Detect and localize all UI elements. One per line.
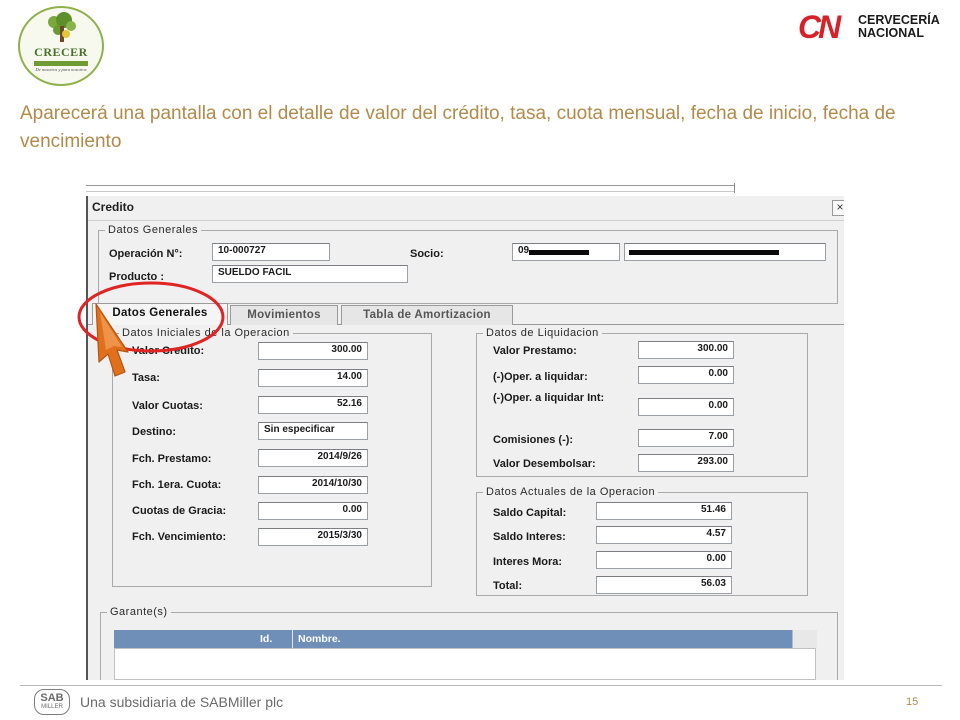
socio-name-redaction <box>629 250 779 255</box>
column-separator <box>292 630 293 648</box>
oper-liquidar-field[interactable]: 0.00 <box>638 366 734 384</box>
interes-mora-field[interactable]: 0.00 <box>596 551 732 569</box>
footer-divider <box>20 685 942 686</box>
crecer-wordmark: CRECER <box>34 45 88 59</box>
crecer-logo: CRECER De nosotros y para nosotros <box>18 6 104 86</box>
datos-liquidacion-legend: Datos de Liquidacion <box>486 327 599 339</box>
comisiones-label: Comisiones (-): <box>493 434 574 446</box>
fch-primera-cuota-field[interactable]: 2014/10/30 <box>258 476 368 494</box>
tab-tabla-amortizacion[interactable]: Tabla de Amortizacion <box>341 305 513 325</box>
annotation-overlay <box>77 281 225 377</box>
fch-prestamo-label: Fch. Prestamo: <box>132 453 212 465</box>
cn-mark: CN <box>798 9 841 45</box>
sab-logo-bottom: MILLER <box>41 704 63 710</box>
producto-field[interactable]: SUELDO FACIL <box>212 265 408 283</box>
column-nombre-header[interactable]: Nombre. <box>298 630 341 648</box>
saldo-interes-label: Saldo Interes: <box>493 531 566 543</box>
sabmiller-logo: SAB MILLER <box>34 689 70 715</box>
interes-mora-label: Interes Mora: <box>493 556 563 568</box>
tab-movimientos[interactable]: Movimientos <box>230 305 338 325</box>
crecer-band <box>34 61 88 66</box>
credito-window: Credito × Datos Generales Operación N°: … <box>86 196 844 680</box>
valor-prestamo-field[interactable]: 300.00 <box>638 341 734 359</box>
oper-liquidar-int-label: (-)Oper. a liquidar Int: <box>493 392 605 404</box>
window-title: Credito <box>92 200 134 214</box>
garantes-grid-body[interactable] <box>114 648 816 680</box>
cuotas-gracia-field[interactable]: 0.00 <box>258 502 368 520</box>
socio-id-prefix: 09 <box>518 245 530 256</box>
close-icon[interactable]: × <box>832 200 844 216</box>
comisiones-field[interactable]: 7.00 <box>638 429 734 447</box>
fch-vencimiento-label: Fch. Vencimiento: <box>132 531 227 543</box>
saldo-interes-field[interactable]: 4.57 <box>596 526 732 544</box>
valor-credito-field[interactable]: 300.00 <box>258 342 368 360</box>
valor-prestamo-label: Valor Prestamo: <box>493 345 577 357</box>
valor-desembolsar-field[interactable]: 293.00 <box>638 454 734 472</box>
sab-logo-top: SAB <box>40 692 64 704</box>
parent-window-corner <box>734 183 735 193</box>
valor-cuotas-label: Valor Cuotas: <box>132 400 203 412</box>
socio-name-field[interactable] <box>624 243 826 261</box>
column-id-header[interactable]: Id. <box>260 630 272 648</box>
crecer-tagline: De nosotros y para nosotros <box>35 67 87 72</box>
fch-prestamo-field[interactable]: 2014/9/26 <box>258 449 368 467</box>
valor-cuotas-field[interactable]: 52.16 <box>258 396 368 414</box>
total-field[interactable]: 56.03 <box>596 576 732 594</box>
parent-window-edge-inner <box>86 191 734 192</box>
socio-id-field[interactable]: 09 <box>512 243 620 261</box>
valor-desembolsar-label: Valor Desembolsar: <box>493 458 596 470</box>
datos-generales-legend: Datos Generales <box>108 224 199 236</box>
cn-wordmark: CERVECERÍA NACIONAL <box>858 14 960 40</box>
intro-text: Aparecerá una pantalla con el detalle de… <box>20 103 896 152</box>
tasa-field[interactable]: 14.00 <box>258 369 368 387</box>
saldo-capital-field[interactable]: 51.46 <box>596 502 732 520</box>
parent-window-edge <box>86 185 734 186</box>
garantes-legend: Garante(s) <box>110 606 168 618</box>
saldo-capital-label: Saldo Capital: <box>493 507 567 519</box>
total-label: Total: <box>493 580 523 592</box>
cuotas-gracia-label: Cuotas de Gracia: <box>132 505 227 517</box>
fch-primera-cuota-label: Fch. 1era. Cuota: <box>132 479 222 491</box>
oper-liquidar-int-field[interactable]: 0.00 <box>638 398 734 416</box>
oper-liquidar-label: (-)Oper. a liquidar: <box>493 371 588 383</box>
page-number: 15 <box>906 696 919 708</box>
footer-text: Una subsidiaria de SABMiller plc <box>80 694 284 710</box>
credit-screenshot: Credito × Datos Generales Operación N°: … <box>86 183 844 680</box>
cn-line2: NACIONAL <box>858 26 924 40</box>
datos-actuales-legend: Datos Actuales de la Operacion <box>486 486 656 498</box>
operacion-field[interactable]: 10-000727 <box>212 243 330 261</box>
window-titlebar: Credito × <box>88 196 844 221</box>
operacion-label: Operación N°: <box>109 248 183 260</box>
socio-id-redaction <box>529 250 589 255</box>
pointer-arrow-icon <box>95 303 129 377</box>
destino-field[interactable]: Sin especificar <box>258 422 368 440</box>
garantes-grid-header: Id. Nombre. <box>114 630 817 648</box>
grid-scrollbar-corner <box>792 630 817 648</box>
fch-vencimiento-field[interactable]: 2015/3/30 <box>258 528 368 546</box>
socio-label: Socio: <box>410 248 444 260</box>
destino-label: Destino: <box>132 426 176 438</box>
tree-icon <box>48 12 76 42</box>
